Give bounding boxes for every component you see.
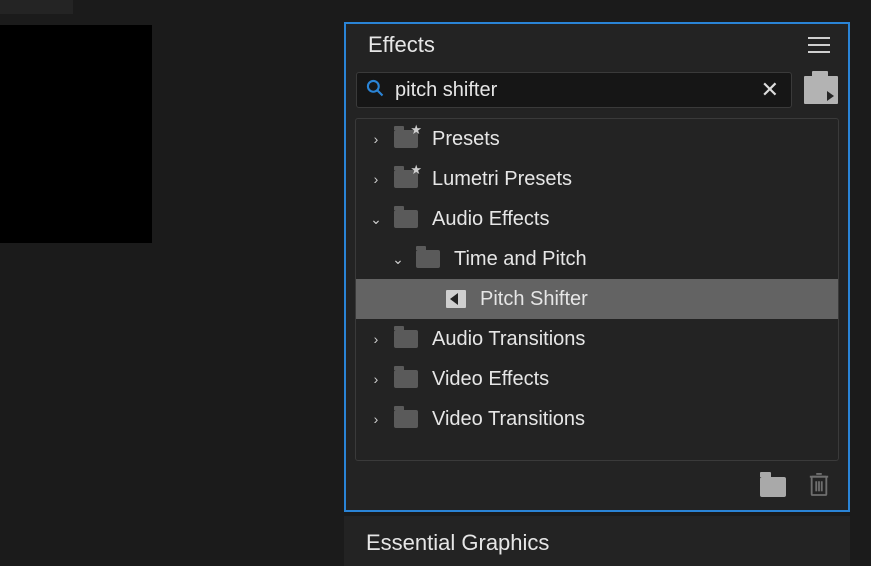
chevron-right-icon: ›	[368, 171, 384, 187]
chevron-right-icon: ›	[368, 331, 384, 347]
tree-item-lumetri-presets[interactable]: › ★ Lumetri Presets	[356, 159, 838, 199]
folder-icon	[394, 210, 418, 228]
folder-icon	[394, 330, 418, 348]
essential-graphics-panel[interactable]: Essential Graphics	[344, 516, 850, 566]
folder-icon: ★	[394, 170, 418, 188]
chevron-down-icon: ⌄	[368, 211, 384, 228]
tree-item-audio-effects[interactable]: ⌄ Audio Effects	[356, 199, 838, 239]
tree-item-time-and-pitch[interactable]: ⌄ Time and Pitch	[356, 239, 838, 279]
search-row: ✕	[346, 72, 848, 118]
chevron-right-icon: ›	[368, 131, 384, 147]
panel-menu-icon[interactable]	[808, 37, 830, 53]
tree-item-pitch-shifter[interactable]: Pitch Shifter	[356, 279, 838, 319]
tree-label: Lumetri Presets	[432, 168, 572, 191]
chevron-right-icon: ›	[368, 411, 384, 427]
search-box: ✕	[356, 72, 792, 108]
search-icon	[365, 78, 385, 103]
effects-panel: Effects ✕ › ★ Presets › ★	[344, 22, 850, 512]
tree-label: Presets	[432, 128, 500, 151]
chevron-down-icon: ⌄	[390, 251, 406, 268]
panel-title: Essential Graphics	[366, 530, 850, 556]
panel-title: Effects	[368, 32, 435, 58]
preview-area	[0, 25, 152, 243]
effect-icon	[446, 290, 466, 308]
tree-label: Audio Transitions	[432, 328, 585, 351]
clear-search-icon[interactable]: ✕	[757, 79, 783, 101]
tree-item-video-effects[interactable]: › Video Effects	[356, 359, 838, 399]
tree-item-audio-transitions[interactable]: › Audio Transitions	[356, 319, 838, 359]
tree-item-presets[interactable]: › ★ Presets	[356, 119, 838, 159]
top-bar-fragment	[0, 0, 73, 14]
folder-icon: ★	[394, 130, 418, 148]
tree-label: Audio Effects	[432, 208, 549, 231]
folder-icon	[416, 250, 440, 268]
effects-tree: › ★ Presets › ★ Lumetri Presets ⌄ Audio …	[355, 118, 839, 461]
panel-footer	[346, 461, 848, 510]
folder-icon	[394, 410, 418, 428]
chevron-right-icon: ›	[368, 371, 384, 387]
tree-item-video-transitions[interactable]: › Video Transitions	[356, 399, 838, 439]
new-preset-bin-icon[interactable]	[804, 76, 838, 104]
tree-label: Pitch Shifter	[480, 288, 588, 311]
tree-label: Video Transitions	[432, 408, 585, 431]
panel-header: Effects	[346, 24, 848, 72]
tree-label: Time and Pitch	[454, 248, 587, 271]
tree-label: Video Effects	[432, 368, 549, 391]
folder-icon	[394, 370, 418, 388]
search-input[interactable]	[385, 79, 757, 102]
trash-icon[interactable]	[808, 471, 830, 502]
new-bin-icon[interactable]	[760, 477, 786, 497]
